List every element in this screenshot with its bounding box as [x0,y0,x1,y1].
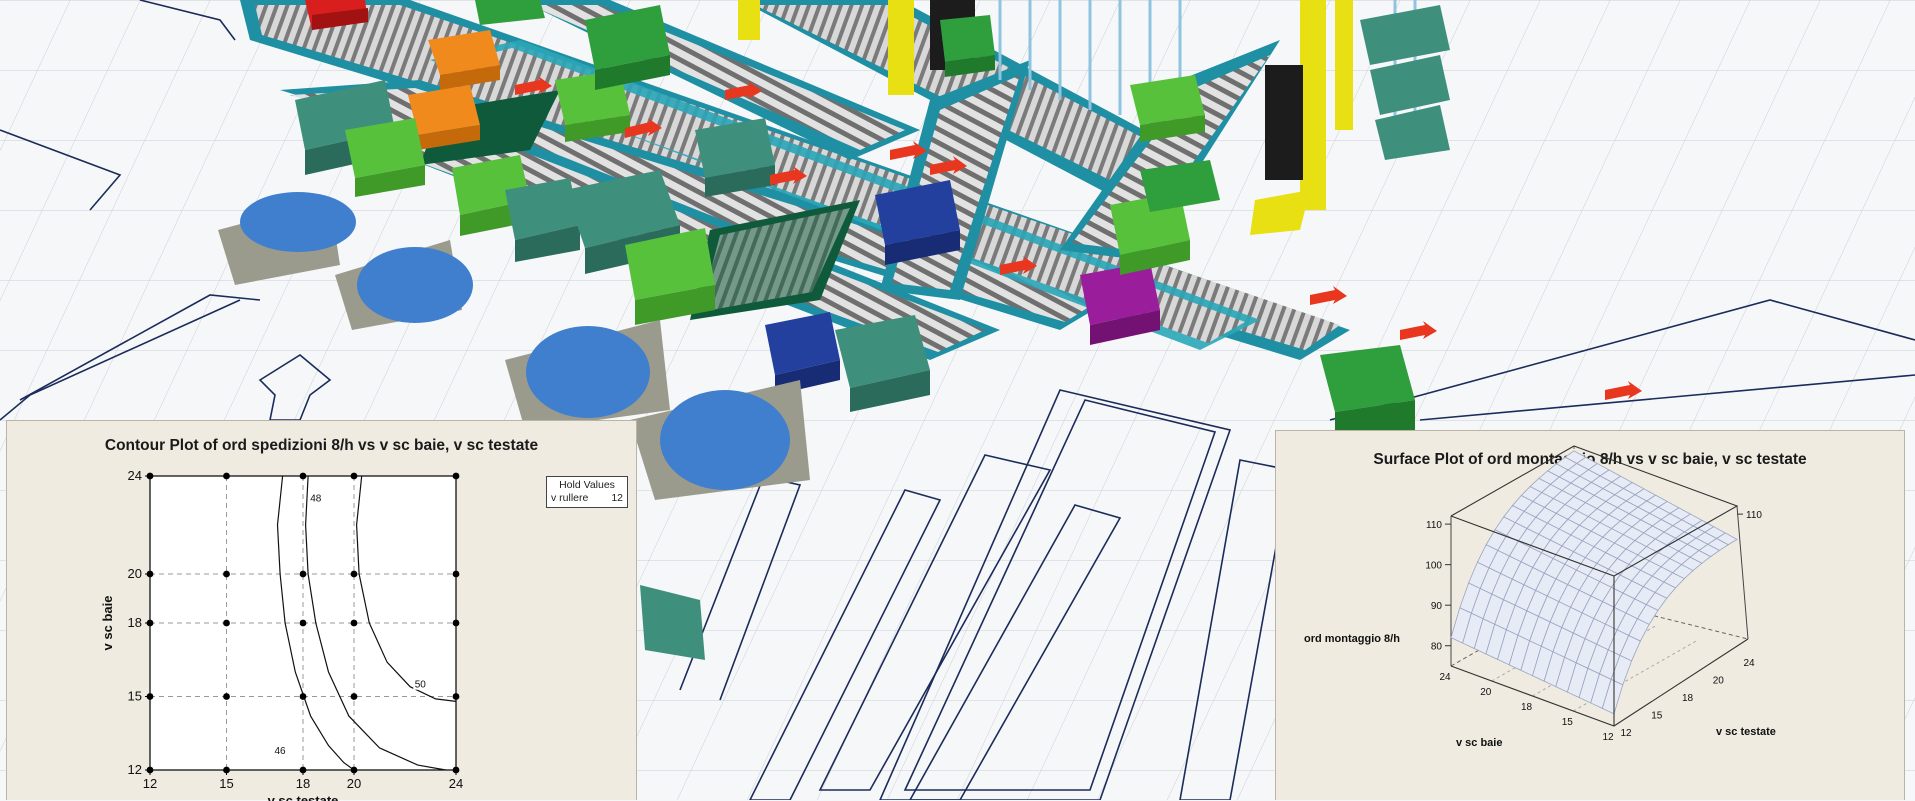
contour-label: 50 [415,680,427,691]
contour-plot-panel: Contour Plot of ord spedizioni 8/h vs v … [6,420,637,801]
design-point [299,570,307,578]
y-tick-label: 24 [128,468,142,483]
design-point [299,472,307,480]
y-tick-label: 15 [1651,711,1663,722]
surface-plot: 80 90 100 110 110 24 20 18 15 12 12 15 18 20 24 ord mon… [1304,445,1776,749]
x-tick-label: 18 [296,776,310,791]
box-teal-4 [695,118,775,197]
y-tick-label: 24 [1743,658,1755,669]
hold-values-title: Hold Values [559,479,615,491]
contour-plot: 12 15 18 20 241215182024464850v sc baiev sc … [100,468,463,801]
hold-values-name: v rullere [551,492,589,504]
design-point [146,693,154,700]
box-green-5 [585,5,670,90]
box-green-3 [625,228,715,325]
box-green-1 [345,118,425,197]
z-tick-label: 110 [1746,510,1762,521]
z-tick-label: 110 [1426,520,1442,531]
design-point [146,766,154,774]
x-tick-label: 24 [1439,672,1451,683]
bin-icon [526,326,650,418]
hold-values-box: Hold Values v rullere 12 [546,476,628,508]
design-point [223,766,230,774]
box-green-7 [940,15,995,77]
design-point [350,693,358,700]
design-point [452,570,460,578]
design-point [223,693,230,700]
x-tick-label: 15 [1562,717,1574,728]
x-tick-label: 18 [1521,702,1533,713]
x-tick-label: 15 [219,776,233,791]
y-tick-label: 18 [128,615,142,630]
y-axis-label: v sc testate [1716,726,1776,738]
design-point [223,570,230,578]
y-tick-label: 20 [1713,676,1725,687]
y-tick-label: 18 [1682,693,1694,704]
z-tick-label: 90 [1431,601,1443,612]
y-tick-label: 12 [128,762,142,777]
z-tick-label: 100 [1425,561,1442,572]
x-tick-label: 20 [347,776,361,791]
hold-values-value: 12 [611,492,623,504]
design-point [350,766,358,774]
design-point [350,472,358,480]
design-point [452,693,460,700]
design-point [223,619,230,627]
x-tick-label: 24 [449,776,463,791]
design-point [452,619,460,627]
z-tick-label: 80 [1431,642,1443,653]
x-tick-label: 20 [1480,687,1492,698]
design-point [146,570,154,578]
contour-label: 46 [274,746,286,757]
design-point [146,472,154,480]
design-point [299,693,307,700]
x-tick-label: 12 [143,776,157,791]
z-axis-label: ord montaggio 8/h [1304,633,1400,645]
box-green-10 [1130,75,1205,142]
surface-plot-panel: Surface Plot of ord montaggio 8/h vs v s… [1275,430,1905,800]
y-axis-label: v sc baie [100,596,115,651]
design-point [350,570,358,578]
y-tick-label: 20 [128,566,142,581]
y-tick-label: 12 [1620,728,1632,739]
x-axis-label: v sc baie [1456,737,1502,749]
design-point [223,472,230,480]
bin-icon [357,247,473,323]
bin-icon [660,390,790,490]
contour-label: 48 [310,494,322,505]
design-point [452,766,460,774]
y-tick-label: 15 [128,689,142,704]
design-point [146,619,154,627]
design-point [350,619,358,627]
bin-icon [240,192,356,252]
x-tick-label: 12 [1602,732,1614,743]
design-point [299,619,307,627]
design-point [452,472,460,480]
box-blue-1 [875,180,960,265]
design-point [299,766,307,774]
box-blue-2 [765,312,840,395]
